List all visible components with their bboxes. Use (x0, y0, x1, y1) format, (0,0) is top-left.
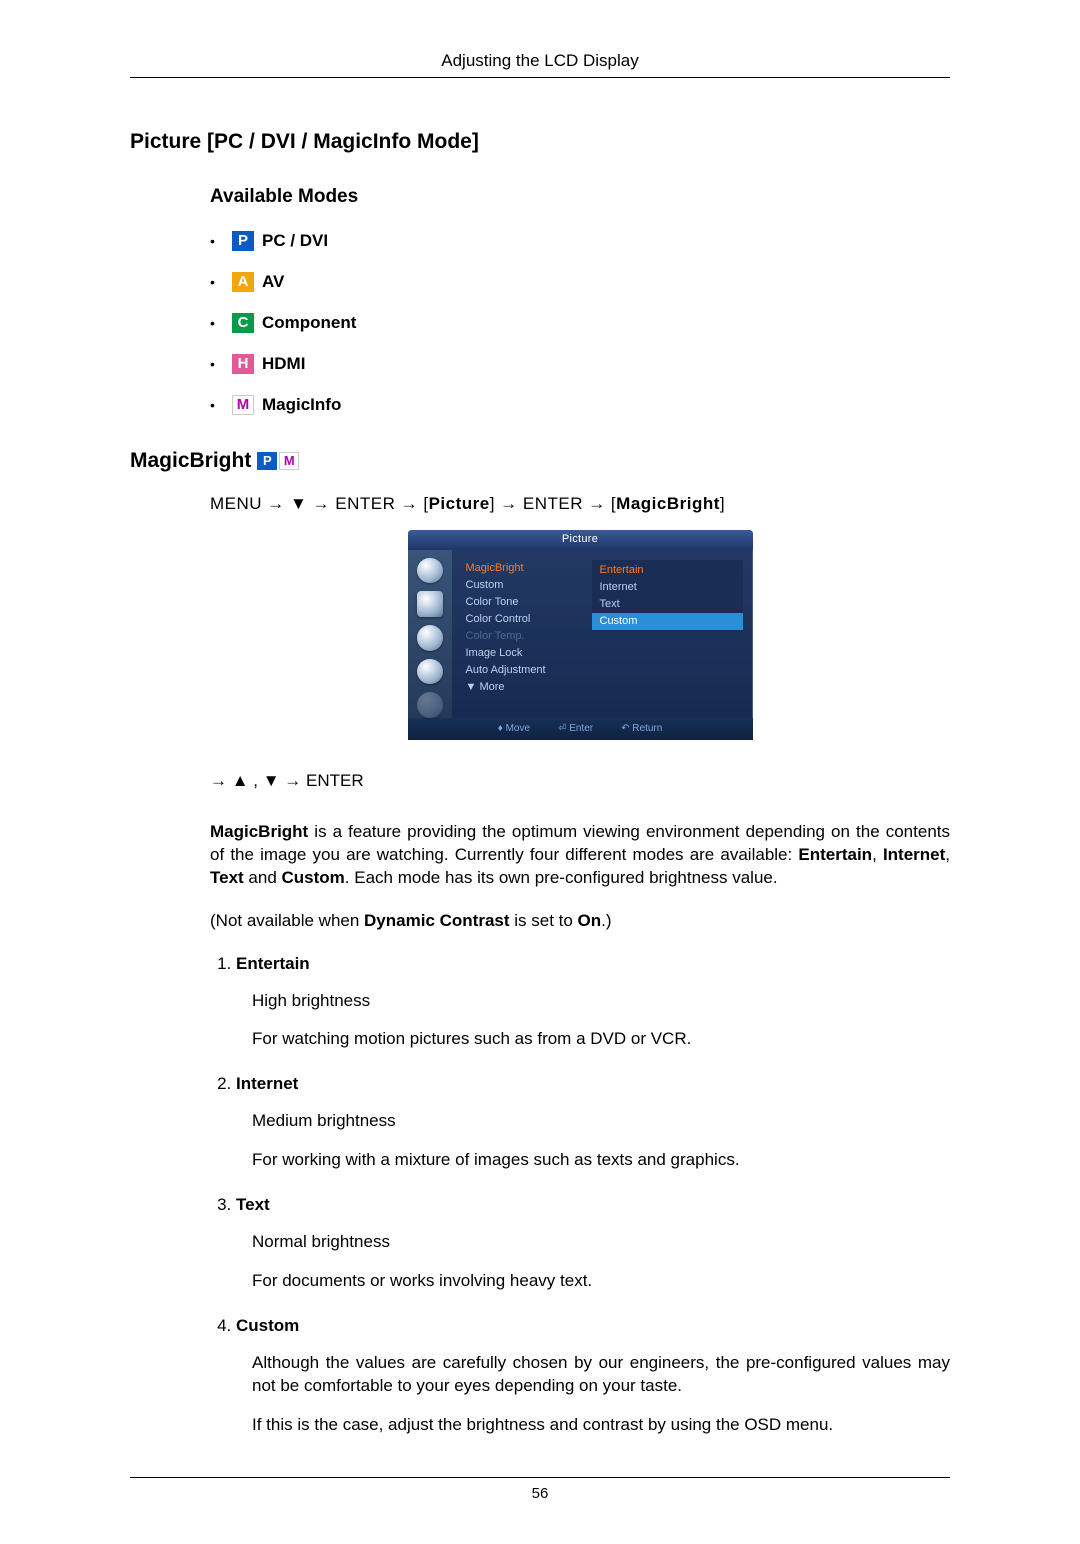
nav-path-bold: Picture (429, 494, 490, 513)
title-badge-p-icon: P (257, 452, 277, 470)
osd-item: Color Tone (466, 594, 586, 611)
mode-label: HDMI (262, 353, 305, 376)
nav-path-seg: ] → ENTER → [ (490, 494, 616, 513)
bullet-icon: • (210, 273, 232, 292)
section-title: Picture [PC / DVI / MagicInfo Mode] (130, 128, 950, 156)
bullet-icon: • (210, 396, 232, 415)
desc-tail: . Each mode has its own pre-configured b… (345, 868, 778, 887)
mode-label: Component (262, 312, 356, 335)
osd-option: Entertain (592, 562, 743, 579)
list-item-text: For documents or works involving heavy t… (252, 1270, 950, 1293)
osd-menu-right: Entertain Internet Text Custom (586, 560, 743, 712)
list-item-title: Custom (236, 1315, 950, 1338)
osd-side-icon (417, 558, 443, 584)
osd-menu-left: MagicBright Custom Color Tone Color Cont… (466, 560, 586, 712)
desc-sep: , (945, 845, 950, 864)
bullet-icon: • (210, 314, 232, 333)
nav-path-bold: MagicBright (616, 494, 720, 513)
desc-mode: Custom (282, 868, 345, 887)
feature-note: (Not available when Dynamic Contrast is … (210, 910, 950, 933)
list-item-title: Entertain (236, 953, 950, 976)
nav-path-seg: ] (720, 494, 725, 513)
desc-mode: Internet (883, 845, 945, 864)
mode-item: • A AV (210, 271, 950, 294)
osd-item: Custom (466, 577, 586, 594)
list-item-text: If this is the case, adjust the brightne… (252, 1414, 950, 1437)
list-item-text: High brightness (252, 990, 950, 1013)
list-item-text: For working with a mixture of images suc… (252, 1149, 950, 1172)
note-seg: (Not available when (210, 911, 364, 930)
desc-sep: and (244, 868, 282, 887)
desc-mode: Text (210, 868, 244, 887)
mode-item: • H HDMI (210, 353, 950, 376)
osd-footer-return: ↶ Return (621, 722, 662, 736)
osd-option: Custom (592, 613, 743, 630)
feature-description: MagicBright is a feature providing the o… (210, 821, 950, 890)
bullet-icon: • (210, 232, 232, 251)
osd-side-icon (417, 659, 443, 685)
osd-footer-move: ♦ Move (498, 722, 530, 736)
osd-item: Auto Adjustment (466, 662, 586, 679)
osd-item: Color Temp. (466, 628, 586, 645)
note-seg: is set to (510, 911, 578, 930)
available-modes-list: • P PC / DVI • A AV • C Component • H (210, 230, 950, 417)
mode-badge-a: A (232, 272, 254, 292)
list-item-title: Text (236, 1194, 950, 1217)
mode-label: MagicInfo (262, 394, 341, 417)
desc-mode: Entertain (798, 845, 872, 864)
mode-item: • P PC / DVI (210, 230, 950, 253)
osd-item: Image Lock (466, 645, 586, 662)
mode-badge-m: M (232, 395, 254, 415)
list-item: Custom Although the values are carefully… (236, 1315, 950, 1437)
feature-title: MagicBright P M (130, 447, 950, 475)
osd-item: Color Control (466, 611, 586, 628)
osd-option: Internet (592, 579, 743, 596)
osd-sidebar (408, 550, 452, 718)
mode-label: PC / DVI (262, 230, 328, 253)
note-seg: .) (601, 911, 611, 930)
list-item: Internet Medium brightness For working w… (236, 1073, 950, 1172)
feature-title-text: MagicBright (130, 447, 251, 475)
page-number: 56 (532, 1485, 549, 1502)
mode-badge-c: C (232, 313, 254, 333)
osd-side-icon (417, 692, 443, 718)
osd-screenshot: Picture MagicBright Custom Color Tone (408, 530, 753, 740)
running-title: Adjusting the LCD Display (130, 50, 950, 78)
page-footer: 56 (130, 1477, 950, 1504)
note-bold: Dynamic Contrast (364, 911, 509, 930)
note-bold: On (578, 911, 602, 930)
nav-sequence: → ▲ , ▼ → ENTER (210, 770, 950, 793)
desc-lead: MagicBright (210, 822, 308, 841)
list-item-title: Internet (236, 1073, 950, 1096)
mode-badge-p: P (232, 231, 254, 251)
list-item-text: Normal brightness (252, 1231, 950, 1254)
list-item-text: For watching motion pictures such as fro… (252, 1028, 950, 1051)
list-item: Text Normal brightness For documents or … (236, 1194, 950, 1293)
osd-item: ▼ More (466, 679, 586, 696)
osd-title: Picture (408, 530, 753, 550)
mode-item: • M MagicInfo (210, 394, 950, 417)
feature-list: Entertain High brightness For watching m… (210, 953, 950, 1437)
osd-side-icon (417, 625, 443, 651)
title-badge-m-icon: M (279, 452, 299, 470)
osd-footer: ♦ Move ⏎ Enter ↶ Return (408, 718, 753, 740)
available-modes-heading: Available Modes (210, 184, 950, 210)
list-item-text: Although the values are carefully chosen… (252, 1352, 950, 1398)
osd-item: MagicBright (466, 560, 586, 577)
nav-path: MENU → ▼ → ENTER → [Picture] → ENTER → [… (210, 493, 950, 516)
desc-sep: , (872, 845, 883, 864)
osd-option: Text (592, 596, 743, 613)
nav-path-seg: MENU → ▼ → ENTER → [ (210, 494, 429, 513)
mode-label: AV (262, 271, 284, 294)
mode-badge-h: H (232, 354, 254, 374)
mode-item: • C Component (210, 312, 950, 335)
osd-side-icon (417, 591, 443, 617)
osd-footer-enter: ⏎ Enter (558, 722, 593, 736)
list-item-text: Medium brightness (252, 1110, 950, 1133)
list-item: Entertain High brightness For watching m… (236, 953, 950, 1052)
bullet-icon: • (210, 355, 232, 374)
